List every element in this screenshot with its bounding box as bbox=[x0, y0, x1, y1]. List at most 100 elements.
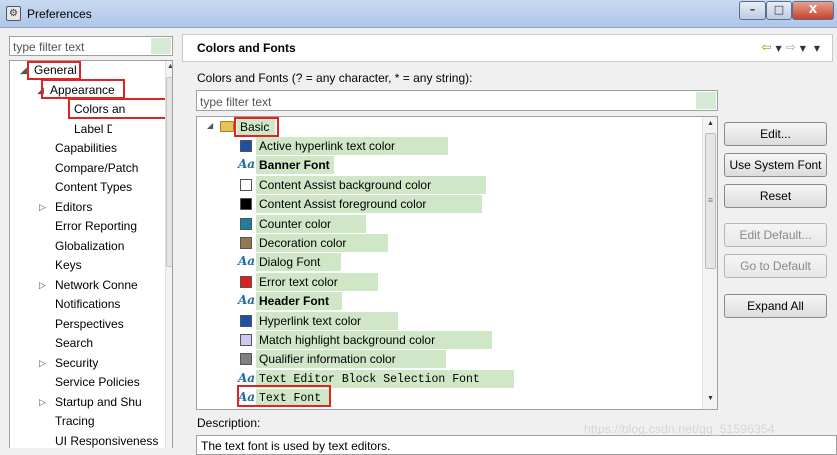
item-label: Counter color bbox=[259, 216, 332, 231]
font-icon: Aa bbox=[238, 254, 256, 269]
highlight-general bbox=[27, 61, 81, 80]
clear-filter-icon[interactable] bbox=[151, 38, 171, 54]
item-label: Match highlight background color bbox=[259, 333, 436, 347]
tree-item-label: Editors bbox=[55, 199, 93, 214]
tree-item[interactable]: Notifications bbox=[10, 295, 165, 314]
scroll-down-icon[interactable]: ▼ bbox=[703, 395, 717, 402]
forward-arrow-icon[interactable]: ⇨ bbox=[786, 40, 796, 54]
item-label: Header Font bbox=[259, 294, 330, 309]
view-menu-icon[interactable]: ▼ bbox=[814, 44, 820, 53]
color-swatch-icon bbox=[240, 140, 252, 152]
tree-item-label: Search bbox=[55, 336, 94, 350]
tree-item[interactable]: Capabilities bbox=[10, 139, 165, 158]
tree-item-label: UI Responsiveness bbox=[55, 433, 159, 448]
tree-item-label: Capabilities bbox=[55, 141, 118, 155]
tree-filter-input[interactable]: type filter text bbox=[9, 36, 173, 56]
tree-item[interactable]: ▷ Network Connections bbox=[10, 276, 165, 295]
edit-default-button[interactable]: Edit Default... bbox=[724, 223, 827, 247]
font-icon: Aa bbox=[238, 157, 256, 172]
collapsed-twistie-icon[interactable]: ▷ bbox=[39, 354, 46, 373]
reset-button[interactable]: Reset bbox=[724, 184, 827, 208]
description-text: The text font is used by text editors. bbox=[201, 439, 391, 453]
item-label: Content Assist background color bbox=[259, 177, 432, 192]
colors-and-fonts-tree: ◢ Basic Active hyperlink text color Aa Ban… bbox=[196, 116, 718, 410]
highlight-basic bbox=[234, 117, 279, 137]
tree-item[interactable]: Content Types bbox=[10, 178, 165, 197]
color-swatch-icon bbox=[240, 217, 252, 230]
scroll-up-icon[interactable]: ▲ bbox=[166, 63, 172, 70]
item-label: Dialog Font bbox=[259, 255, 321, 270]
tree-item[interactable]: Label Decorations bbox=[10, 120, 165, 139]
tree-scrollbar[interactable]: ▲ bbox=[165, 61, 172, 448]
expand-icon[interactable]: ◢ bbox=[207, 121, 213, 130]
tree-item-label: Service Policies bbox=[55, 375, 140, 389]
color-swatch-icon bbox=[240, 314, 252, 327]
tree-item-label: Tracing bbox=[55, 414, 95, 428]
tree-item-label: Network Connections bbox=[55, 277, 137, 292]
tree-item[interactable]: Error Reporting bbox=[10, 217, 165, 236]
title-bar: ⚙ Preferences – □ X bbox=[0, 0, 837, 28]
forward-dropdown-icon[interactable]: ▼ bbox=[800, 44, 806, 53]
color-swatch-icon bbox=[240, 237, 252, 249]
tree-item[interactable]: Service Policies bbox=[10, 373, 165, 392]
clear-filter-icon[interactable] bbox=[696, 92, 716, 109]
colors-filter-input[interactable]: type filter text bbox=[196, 90, 718, 111]
collapsed-twistie-icon[interactable]: ▷ bbox=[39, 393, 46, 412]
tree-item-label: Compare/Patch bbox=[55, 160, 139, 175]
preferences-navigation-pane: type filter text ◢ General ◢ Appearance Colo… bbox=[0, 28, 175, 448]
tree-item-label: Error Reporting bbox=[55, 219, 138, 233]
list-scrollbar[interactable]: ▲ ≡ ▼ bbox=[702, 117, 717, 409]
tree-item[interactable]: ▷ Security bbox=[10, 354, 165, 373]
pattern-hint-label: Colors and Fonts (? = any character, * =… bbox=[197, 71, 473, 85]
tree-item-label: Startup and Shutdown bbox=[55, 394, 141, 409]
font-icon: Aa bbox=[238, 293, 256, 308]
back-dropdown-icon[interactable]: ▼ bbox=[775, 44, 781, 53]
tree-item[interactable]: Compare/Patch bbox=[10, 159, 165, 178]
description-label: Description: bbox=[197, 416, 261, 430]
tree-item[interactable]: Keys bbox=[10, 256, 165, 275]
close-button[interactable]: X bbox=[792, 1, 834, 20]
use-system-font-button[interactable]: Use System Font bbox=[724, 153, 827, 177]
highlight-text-font bbox=[237, 385, 331, 407]
scroll-grip-icon: ≡ bbox=[707, 195, 714, 205]
tree-item[interactable]: Tracing bbox=[10, 412, 165, 431]
tree-item[interactable]: Perspectives bbox=[10, 315, 165, 334]
item-label: Active hyperlink text color bbox=[259, 139, 396, 153]
colors-filter-placeholder: type filter text bbox=[200, 95, 272, 109]
tree-item[interactable]: ▷ Startup and Shutdown bbox=[10, 393, 165, 412]
maximize-button[interactable]: □ bbox=[766, 1, 792, 20]
tree-item[interactable]: Search bbox=[10, 334, 165, 353]
description-box: The text font is used by text editors. bbox=[196, 435, 837, 455]
scroll-up-icon[interactable]: ▲ bbox=[703, 120, 717, 127]
tree-item[interactable]: UI Responsiveness bbox=[10, 432, 165, 449]
color-swatch-icon bbox=[240, 275, 252, 288]
minimize-button[interactable]: – bbox=[739, 1, 766, 20]
item-label: Banner Font bbox=[259, 158, 330, 173]
item-label: Qualifier information color bbox=[259, 352, 396, 367]
highlight-appearance bbox=[41, 79, 125, 99]
preferences-app-icon: ⚙ bbox=[6, 6, 21, 21]
preferences-tree: ◢General◢AppearanceColors and FontsLabel… bbox=[9, 60, 173, 448]
collapsed-twistie-icon[interactable]: ▷ bbox=[39, 198, 46, 217]
edit-button[interactable]: Edit... bbox=[724, 122, 827, 146]
highlight-colors-and-fonts bbox=[68, 98, 167, 119]
expand-all-button[interactable]: Expand All bbox=[724, 294, 827, 318]
tree-scroll-thumb[interactable] bbox=[166, 77, 172, 267]
back-arrow-icon[interactable]: ⇦ bbox=[761, 40, 771, 54]
tree-item[interactable]: Globalization bbox=[10, 237, 165, 256]
collapsed-twistie-icon[interactable]: ▷ bbox=[39, 276, 46, 295]
color-swatch-icon bbox=[240, 198, 252, 211]
tree-item-label: Security bbox=[55, 355, 99, 370]
item-label: Content Assist foreground color bbox=[259, 197, 427, 212]
color-swatch-icon bbox=[240, 353, 252, 366]
page-header: Colors and Fonts ⇦ ▼ ⇨ ▼ ▼ bbox=[182, 34, 833, 62]
tree-item-label: Perspectives bbox=[55, 316, 124, 331]
go-to-default-button[interactable]: Go to Default bbox=[724, 254, 827, 278]
window-title: Preferences bbox=[27, 7, 92, 21]
watermark: https://blog.csdn.net/qq_51596354 bbox=[584, 422, 775, 436]
item-label: Text Editor Block Selection Font bbox=[259, 372, 480, 386]
color-swatch-icon bbox=[240, 334, 252, 346]
expanded-twistie-icon[interactable]: ◢ bbox=[20, 61, 27, 80]
tree-item-label: Label Decorations bbox=[74, 121, 112, 136]
tree-item[interactable]: ▷ Editors bbox=[10, 198, 165, 217]
